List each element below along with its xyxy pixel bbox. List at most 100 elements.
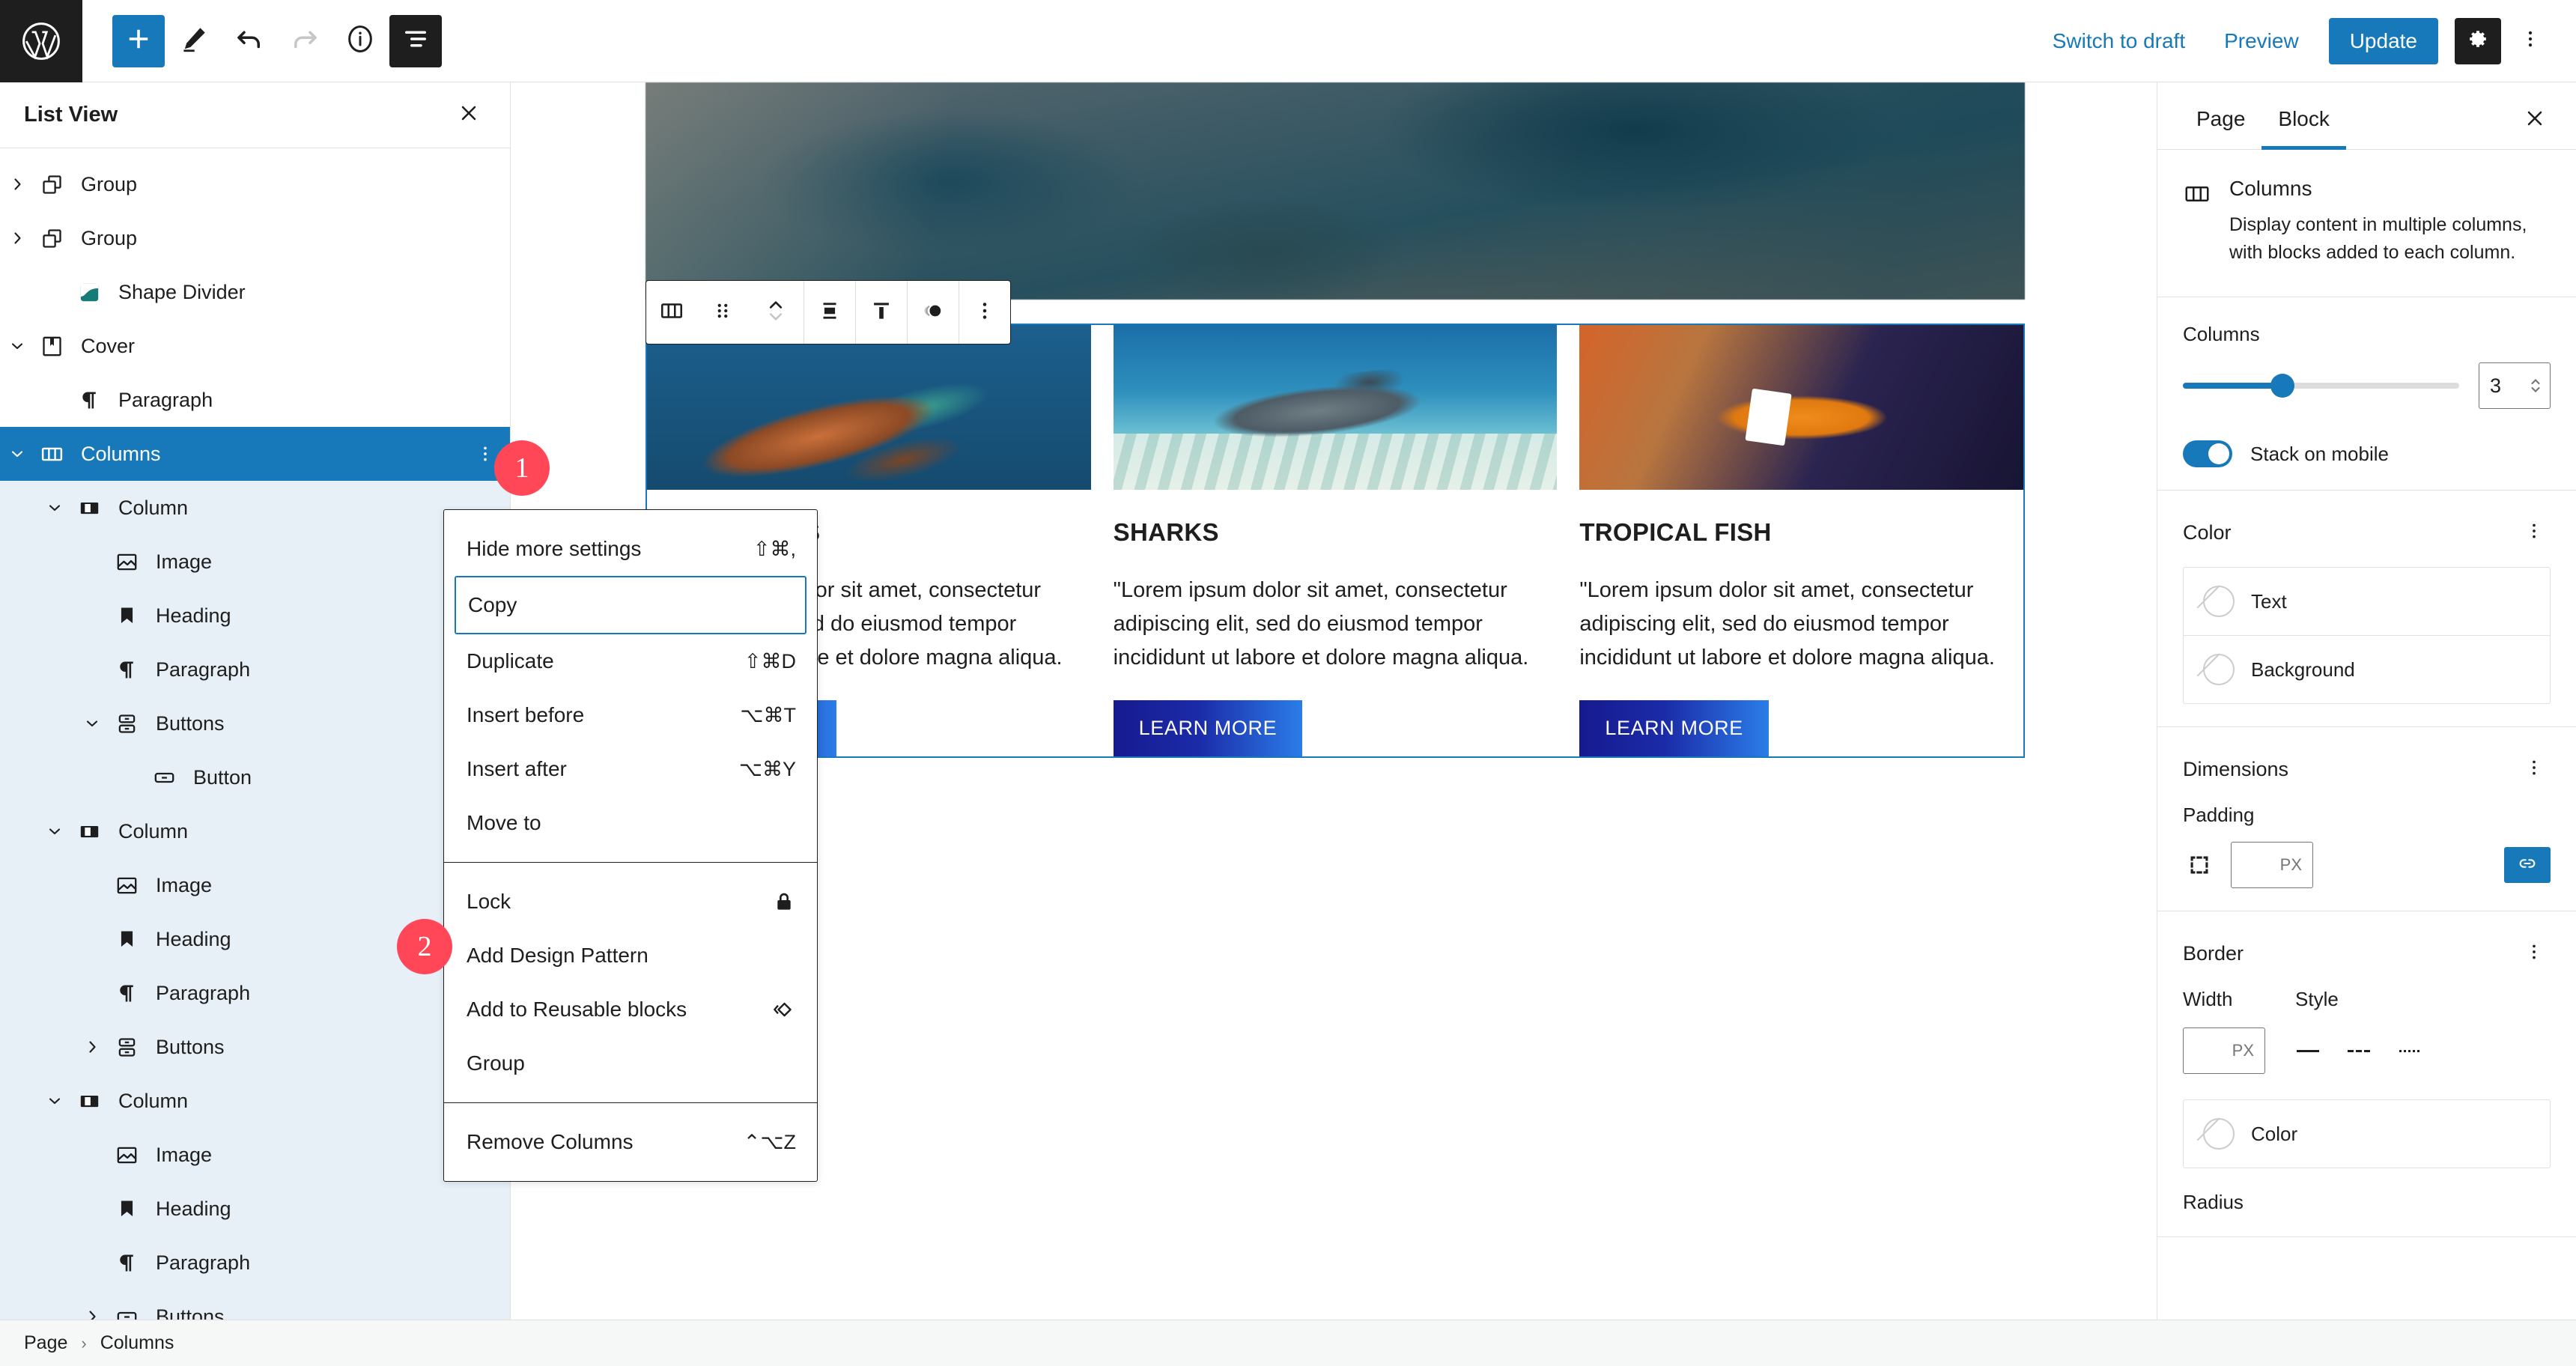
context-menu-item-copy[interactable]: Copy [455, 576, 806, 634]
vertical-align-top-button[interactable] [856, 281, 907, 344]
redo-button[interactable] [279, 15, 331, 67]
list-view-row-paragraph-20[interactable]: Paragraph [0, 1236, 510, 1290]
column-paragraph[interactable]: "Lorem ipsum dolor sit amet, consectetur… [1114, 574, 1558, 675]
columns-count-stepper[interactable]: 3 [2479, 362, 2551, 409]
list-view-row-group-1[interactable]: Group [0, 211, 510, 265]
move-up-down-buttons[interactable] [748, 281, 804, 344]
block-type-columns-button[interactable] [646, 281, 697, 344]
chevron-down-icon[interactable] [75, 714, 109, 732]
column-heading[interactable]: SHARKS [1114, 518, 1558, 547]
context-menu-item-move-to[interactable]: Move to [444, 796, 817, 850]
add-block-button[interactable] [112, 14, 165, 67]
list-view-row-column-17[interactable]: Column [0, 1074, 510, 1128]
chevron-down-icon[interactable] [37, 822, 72, 840]
column-block-3[interactable]: TROPICAL FISH "Lorem ipsum dolor sit ame… [1579, 325, 2024, 756]
tab-block[interactable]: Block [2261, 107, 2346, 150]
border-style-dashed-button[interactable] [2346, 1047, 2372, 1054]
chevron-down-icon[interactable] [37, 499, 72, 517]
block-context-menu[interactable]: Hide more settings ⇧⌘, Copy Duplicate ⇧⌘D Ins… [443, 509, 818, 1182]
list-view-row-image-18[interactable]: Image [0, 1128, 510, 1182]
more-options-button[interactable] [2510, 18, 2551, 64]
sea-turtle-image[interactable] [647, 325, 1091, 491]
ocean-cover-image[interactable] [645, 82, 2025, 300]
link-padding-sides-button[interactable] [2504, 847, 2551, 883]
learn-more-button[interactable]: LEARN MORE [1579, 700, 1769, 756]
stepper-arrows-icon[interactable] [2529, 377, 2542, 395]
columns-icon [2183, 177, 2229, 267]
close-settings-button[interactable] [2516, 101, 2554, 139]
text-color-row[interactable]: Text [2184, 568, 2550, 636]
list-view-row-paragraph-15[interactable]: Paragraph [0, 966, 510, 1020]
context-menu-item-insert-before[interactable]: Insert before ⌥⌘T [444, 688, 817, 742]
tab-page[interactable]: Page [2180, 107, 2261, 150]
border-style-solid-button[interactable] [2295, 1047, 2321, 1054]
padding-input[interactable]: PX [2231, 842, 2313, 888]
chevron-right-icon[interactable] [0, 229, 34, 247]
vertical-align-middle-button[interactable] [804, 281, 855, 344]
chevron-right-icon[interactable] [75, 1038, 109, 1056]
border-style-dotted-button[interactable] [2397, 1047, 2422, 1054]
list-view-row-image-13[interactable]: Image [0, 858, 510, 912]
list-view-row-shape divider-2[interactable]: Shape Divider [0, 265, 510, 319]
list-view-row-buttons-16[interactable]: Buttons [0, 1020, 510, 1074]
border-width-input[interactable]: PX [2183, 1027, 2265, 1074]
switch-to-draft-button[interactable]: Switch to draft [2033, 29, 2205, 53]
context-menu-item-lock[interactable]: Lock [444, 875, 817, 929]
chevron-down-icon[interactable] [0, 337, 34, 355]
reusable-block-icon [772, 998, 796, 1022]
cover-icon [34, 334, 69, 359]
learn-more-button[interactable]: LEARN MORE [1113, 700, 1303, 756]
list-view-row-heading-8[interactable]: Heading [0, 589, 510, 643]
context-menu-item-add-design-pattern[interactable]: Add Design Pattern [444, 929, 817, 983]
preview-button[interactable]: Preview [2205, 29, 2318, 53]
block-options-button[interactable] [959, 281, 1010, 344]
padding-sides-icon[interactable] [2183, 852, 2216, 878]
settings-gear-button[interactable] [2455, 17, 2501, 64]
undo-button[interactable] [223, 15, 276, 67]
context-menu-item-duplicate[interactable]: Duplicate ⇧⌘D [444, 634, 817, 688]
columns-block[interactable]: SEA TURTLES "Lorem ipsum dolor sit amet,… [645, 324, 2025, 758]
breadcrumb-item-columns[interactable]: Columns [100, 1332, 174, 1354]
column-block-2[interactable]: SHARKS "Lorem ipsum dolor sit amet, cons… [1113, 325, 1558, 756]
list-view-row-buttons-10[interactable]: Buttons [0, 696, 510, 750]
border-section-options-button[interactable] [2518, 937, 2551, 970]
list-view-row-image-7[interactable]: Image [0, 535, 510, 589]
context-menu-item-group[interactable]: Group [444, 1036, 817, 1090]
edit-tool-button[interactable] [168, 15, 220, 67]
details-button[interactable] [334, 15, 386, 67]
breadcrumb-item-page[interactable]: Page [24, 1332, 67, 1354]
chevron-right-icon[interactable] [0, 175, 34, 193]
chevron-down-icon[interactable] [0, 445, 34, 463]
context-menu-item-hide-more-settings[interactable]: Hide more settings ⇧⌘, [444, 522, 817, 576]
duotone-filter-button[interactable] [908, 281, 959, 344]
list-view-button[interactable] [389, 14, 442, 67]
list-view-tree[interactable]: Group Group Shape Divider Cover Paragrap… [0, 148, 510, 1366]
column-paragraph[interactable]: "Lorem ipsum dolor sit amet, consectetur… [1579, 574, 2023, 675]
list-view-row-column-12[interactable]: Column [0, 804, 510, 858]
list-view-row-columns-5[interactable]: Columns [0, 427, 510, 481]
tropical-fish-image[interactable] [1579, 325, 2024, 491]
context-menu-item-remove-columns[interactable]: Remove Columns ⌃⌥Z [444, 1115, 817, 1169]
context-menu-item-insert-after[interactable]: Insert after ⌥⌘Y [444, 742, 817, 796]
columns-count-slider[interactable] [2183, 374, 2459, 398]
update-button[interactable]: Update [2328, 17, 2438, 64]
color-section-options-button[interactable] [2518, 516, 2551, 549]
list-view-row-heading-19[interactable]: Heading [0, 1182, 510, 1236]
border-color-row[interactable]: Color [2184, 1100, 2550, 1168]
list-view-row-group-0[interactable]: Group [0, 157, 510, 211]
list-view-row-paragraph-9[interactable]: Paragraph [0, 643, 510, 696]
list-view-row-button-11[interactable]: Button [0, 750, 510, 804]
drag-handle[interactable] [697, 281, 748, 344]
list-view-row-column-6[interactable]: Column [0, 481, 510, 535]
close-list-view-button[interactable] [450, 97, 487, 134]
wordpress-logo-icon[interactable] [0, 0, 82, 82]
chevron-down-icon[interactable] [37, 1092, 72, 1110]
background-color-row[interactable]: Background [2184, 636, 2550, 703]
stack-on-mobile-toggle[interactable] [2183, 440, 2232, 467]
shark-image[interactable] [1113, 325, 1558, 491]
column-heading[interactable]: TROPICAL FISH [1579, 518, 2023, 547]
dimensions-section-options-button[interactable] [2518, 753, 2551, 786]
list-view-row-cover-3[interactable]: Cover [0, 319, 510, 373]
context-menu-item-add-to-reusable-blocks[interactable]: Add to Reusable blocks [444, 983, 817, 1036]
list-view-row-paragraph-4[interactable]: Paragraph [0, 373, 510, 427]
